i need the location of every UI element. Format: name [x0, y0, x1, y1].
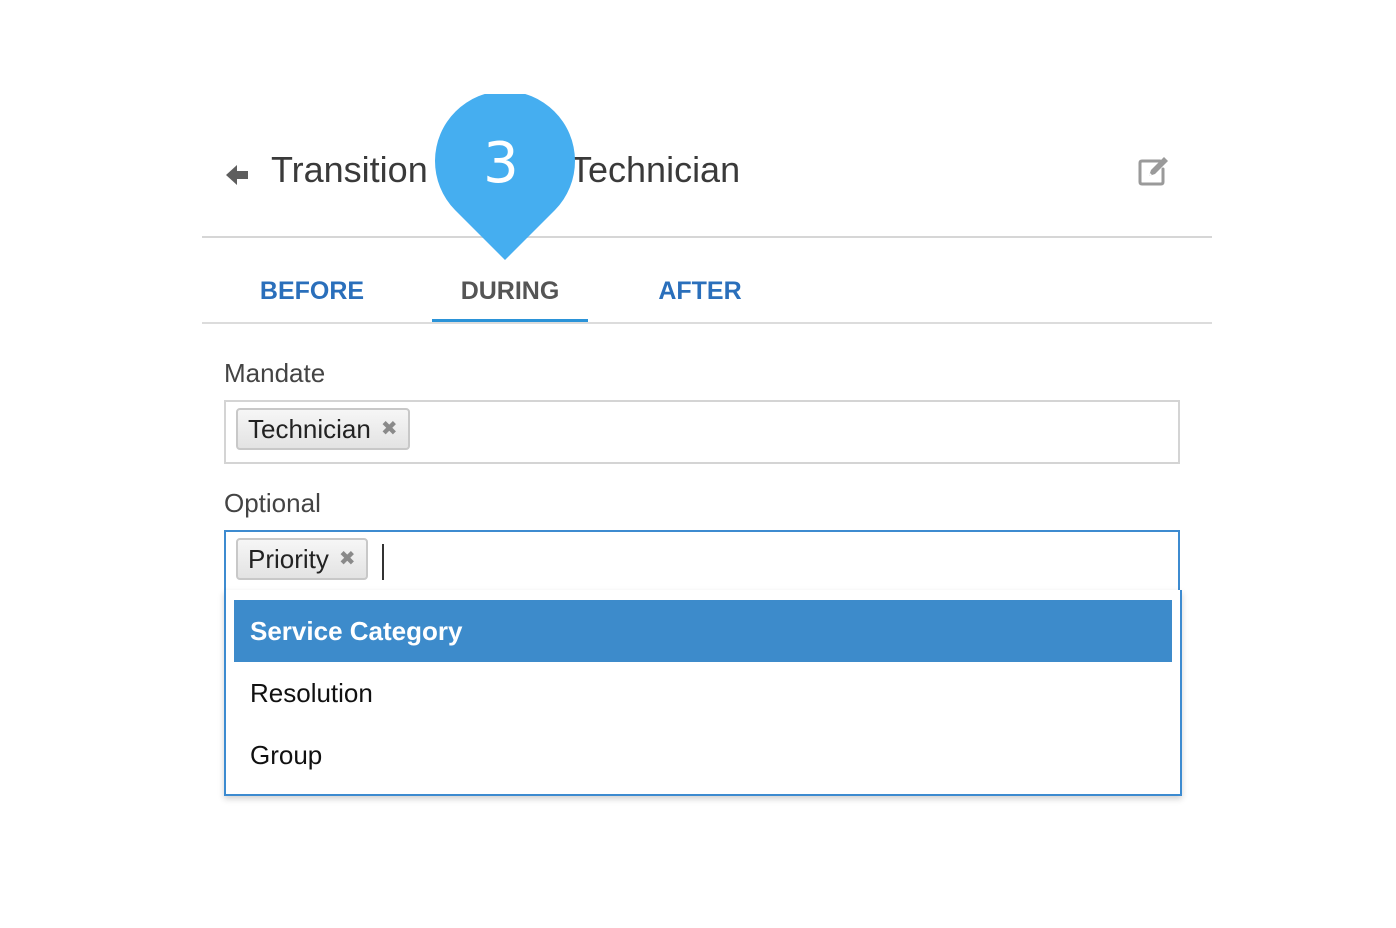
tabs-divider — [202, 322, 1212, 324]
tag-label: Technician — [248, 413, 371, 444]
page-title-technician: Technician — [570, 149, 741, 190]
header-divider — [202, 236, 1212, 238]
dropdown-option-service-category[interactable]: Service Category — [234, 600, 1172, 662]
arrow-left-icon[interactable] — [224, 162, 250, 188]
tab-during[interactable]: DURING — [432, 274, 588, 308]
tab-after[interactable]: AFTER — [622, 274, 778, 308]
dropdown-option-resolution[interactable]: Resolution — [234, 662, 1172, 724]
edit-icon[interactable] — [1136, 154, 1170, 188]
transition-editor: Transition Technician BEFORE DURING AFTE… — [0, 0, 1396, 928]
tab-before[interactable]: BEFORE — [232, 274, 392, 308]
tag-label: Priority — [248, 543, 329, 574]
mandate-label: Mandate — [224, 358, 326, 388]
dropdown-option-group[interactable]: Group — [234, 724, 1172, 786]
optional-label: Optional — [224, 488, 321, 518]
optional-tag-input[interactable]: Priority ✖ — [224, 530, 1180, 592]
step-number: 3 — [483, 131, 519, 196]
text-cursor — [382, 544, 384, 580]
mandate-tag: Technician ✖ — [236, 408, 410, 450]
close-icon[interactable]: ✖ — [339, 549, 356, 569]
optional-dropdown: Service Category Resolution Group — [224, 590, 1182, 796]
close-icon[interactable]: ✖ — [381, 419, 398, 439]
optional-tag: Priority ✖ — [236, 538, 368, 580]
mandate-tag-input[interactable]: Technician ✖ — [224, 400, 1180, 464]
page-title-transition: Transition — [271, 149, 428, 190]
